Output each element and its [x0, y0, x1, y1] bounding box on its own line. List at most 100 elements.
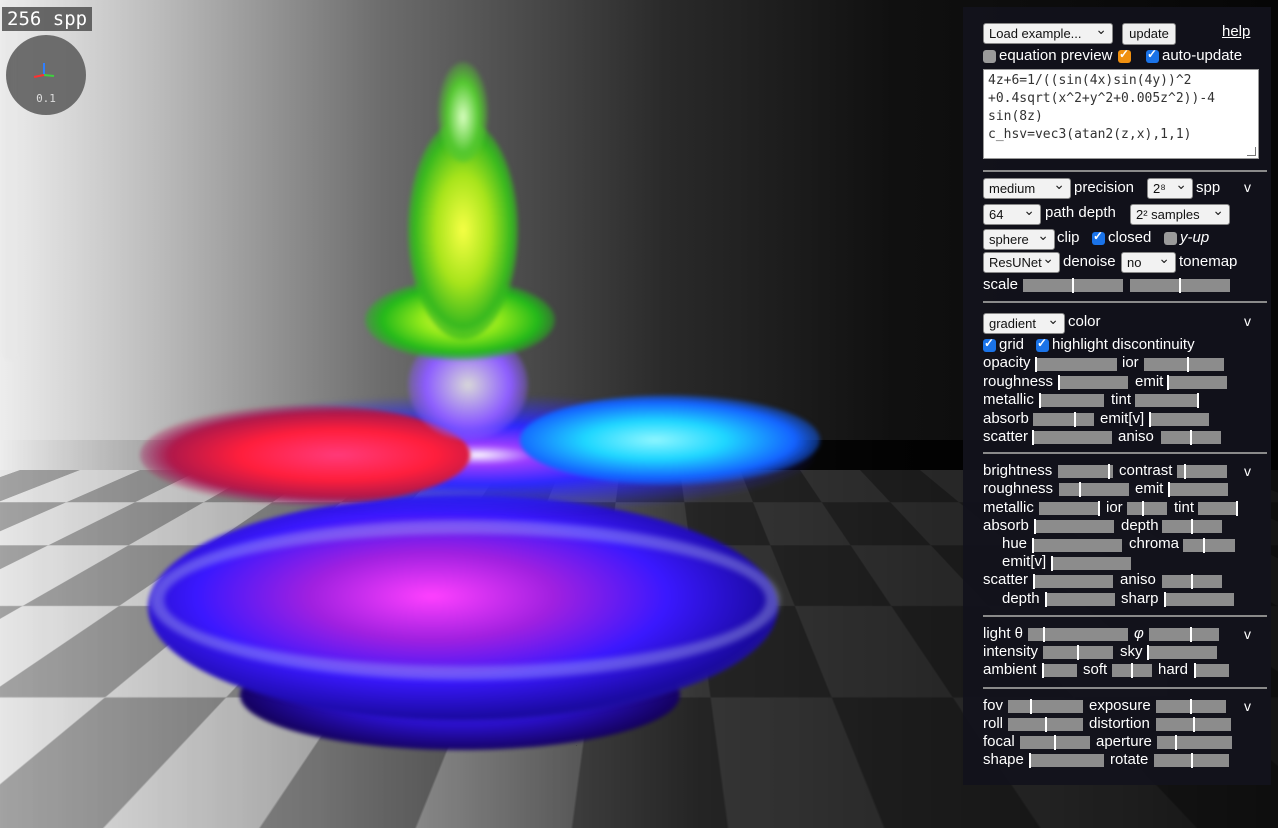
slider-thumb[interactable] [1108, 464, 1110, 479]
slider-thumb[interactable] [1042, 663, 1044, 678]
denoise-select[interactable]: ResUNet [983, 252, 1060, 273]
camera-focal-slider[interactable] [1020, 735, 1090, 750]
slider-thumb[interactable] [1077, 645, 1079, 660]
slider-thumb[interactable] [1032, 430, 1034, 445]
surface-scatter-slider[interactable] [1033, 574, 1113, 589]
orange-checkbox[interactable] [1118, 47, 1131, 63]
auto-update-checkbox[interactable] [1146, 47, 1159, 63]
color-tint-slider[interactable] [1135, 393, 1199, 408]
slider-thumb[interactable] [1039, 393, 1041, 408]
surface-ior-slider[interactable] [1127, 501, 1167, 516]
color-scatter-slider[interactable] [1032, 430, 1112, 445]
slider-thumb[interactable] [1098, 501, 1100, 516]
light-soft-slider[interactable] [1112, 663, 1152, 678]
light-ambient-slider[interactable] [1042, 663, 1077, 678]
color-emit-v-slider[interactable] [1149, 412, 1209, 427]
light-hard-slider[interactable] [1194, 663, 1229, 678]
color-metallic-slider[interactable] [1039, 393, 1104, 408]
slider-thumb[interactable] [1074, 412, 1076, 427]
update-button[interactable]: update [1122, 23, 1176, 45]
precision-select[interactable]: medium [983, 178, 1071, 199]
light-theta-slider[interactable] [1028, 627, 1128, 642]
slider-thumb[interactable] [1168, 482, 1170, 497]
camera-rotate-slider[interactable] [1154, 753, 1229, 768]
slider-thumb[interactable] [1054, 735, 1056, 750]
camera-exposure-slider[interactable] [1156, 699, 1226, 714]
slider-thumb[interactable] [1043, 627, 1045, 642]
spp-select[interactable]: 2⁸ [1147, 178, 1193, 199]
slider-thumb[interactable] [1045, 717, 1047, 732]
camera-fov-slider[interactable] [1008, 699, 1083, 714]
clip-select[interactable]: sphere [983, 229, 1055, 250]
slider-thumb[interactable] [1058, 375, 1060, 390]
tonemap-select[interactable]: no [1121, 252, 1176, 273]
axes-gizmo[interactable]: 0.1 [6, 35, 86, 115]
camera-aperture-slider[interactable] [1157, 735, 1232, 750]
collapse-surface-toggle[interactable]: v [1244, 463, 1251, 479]
slider-thumb[interactable] [1187, 357, 1189, 372]
slider-thumb[interactable] [1051, 556, 1053, 571]
slider-thumb[interactable] [1149, 412, 1151, 427]
color-opacity-slider[interactable] [1035, 357, 1117, 372]
slider-thumb[interactable] [1194, 663, 1196, 678]
scale-slider-1[interactable] [1023, 278, 1123, 293]
slider-thumb[interactable] [1032, 538, 1034, 553]
surface-sharp-slider[interactable] [1164, 592, 1234, 607]
slider-thumb[interactable] [1045, 592, 1047, 607]
slider-thumb[interactable] [1190, 627, 1192, 642]
grid-checkbox[interactable] [983, 336, 996, 352]
slider-thumb[interactable] [1033, 574, 1035, 589]
slider-thumb[interactable] [1164, 592, 1166, 607]
samples-select[interactable]: 2² samples [1130, 204, 1230, 225]
path-depth-select[interactable]: 64 [983, 204, 1041, 225]
camera-shape-slider[interactable] [1029, 753, 1104, 768]
slider-thumb[interactable] [1131, 663, 1133, 678]
slider-thumb[interactable] [1191, 519, 1193, 534]
equation-textarea[interactable]: 4z+6=1/((sin(4x)sin(4y))^2 +0.4sqrt(x^2+… [983, 69, 1259, 159]
collapse-color-toggle[interactable]: v [1244, 313, 1251, 329]
camera-roll-slider[interactable] [1008, 717, 1083, 732]
surface-depth-slider[interactable] [1162, 519, 1222, 534]
surface-emit-v-slider[interactable] [1051, 556, 1131, 571]
color-aniso-slider[interactable] [1161, 430, 1221, 445]
slider-thumb[interactable] [1079, 482, 1081, 497]
surface-tint-slider[interactable] [1198, 501, 1238, 516]
slider-thumb[interactable] [1147, 645, 1149, 660]
slider-thumb[interactable] [1167, 375, 1169, 390]
surface-absorb-slider[interactable] [1034, 519, 1114, 534]
example-select[interactable]: Load example... [983, 23, 1113, 44]
slider-thumb[interactable] [1175, 735, 1177, 750]
slider-thumb[interactable] [1184, 464, 1186, 479]
slider-thumb[interactable] [1191, 753, 1193, 768]
y-up-checkbox[interactable] [1164, 232, 1177, 245]
slider-thumb[interactable] [1236, 501, 1238, 516]
surface-roughness-slider[interactable] [1059, 482, 1129, 497]
help-link[interactable]: help [1222, 23, 1250, 40]
slider-thumb[interactable] [1197, 393, 1199, 408]
slider-thumb[interactable] [1179, 278, 1181, 293]
slider-thumb[interactable] [1191, 574, 1193, 589]
collapse-camera-toggle[interactable]: v [1244, 698, 1251, 714]
light-sky-slider[interactable] [1147, 645, 1217, 660]
surface-brightness-slider[interactable] [1058, 464, 1113, 479]
closed-checkbox[interactable] [1092, 229, 1105, 245]
surface-contrast-slider[interactable] [1177, 464, 1227, 479]
slider-thumb[interactable] [1142, 501, 1144, 516]
slider-thumb[interactable] [1190, 430, 1192, 445]
slider-thumb[interactable] [1190, 699, 1192, 714]
surface-emit-slider[interactable] [1168, 482, 1228, 497]
slider-thumb[interactable] [1029, 753, 1031, 768]
surface-hue-slider[interactable] [1032, 538, 1122, 553]
color-mode-select[interactable]: gradient [983, 313, 1065, 334]
light-intensity-slider[interactable] [1043, 645, 1113, 660]
collapse-render-toggle[interactable]: v [1244, 179, 1251, 195]
highlight-discontinuity-checkbox[interactable] [1036, 336, 1049, 352]
surface-aniso-slider[interactable] [1162, 574, 1222, 589]
slider-thumb[interactable] [1035, 357, 1037, 372]
slider-thumb[interactable] [1072, 278, 1074, 293]
slider-thumb[interactable] [1193, 717, 1195, 732]
scale-slider-2[interactable] [1130, 278, 1230, 293]
color-absorb-slider[interactable] [1033, 412, 1094, 427]
surface-chroma-slider[interactable] [1183, 538, 1235, 553]
color-ior-slider[interactable] [1144, 357, 1224, 372]
